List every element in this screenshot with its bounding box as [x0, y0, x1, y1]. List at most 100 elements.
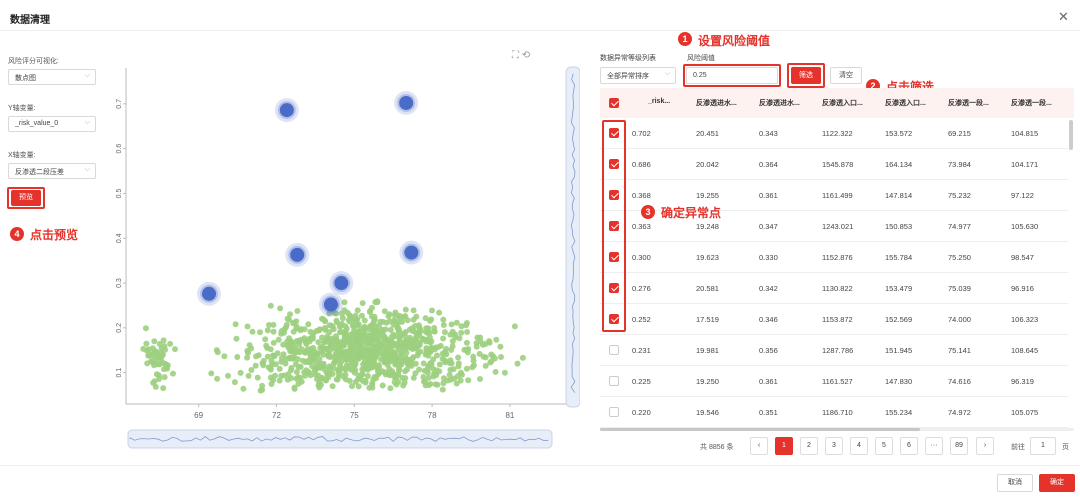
close-icon[interactable]: ✕ — [1058, 9, 1069, 25]
normal-point — [493, 336, 500, 343]
page-button[interactable]: 89 — [950, 437, 968, 455]
callout-box-filter — [787, 63, 825, 88]
header-col-3[interactable]: 反渗透进水... — [759, 98, 800, 108]
normal-point — [394, 342, 401, 349]
normal-point — [369, 304, 375, 311]
x-tick-label: 75 — [350, 411, 359, 420]
page-button[interactable]: 2 — [800, 437, 818, 455]
table-row[interactable]: 0.686 20.042 0.364 1545.878 164.134 73.984 104… — [600, 149, 1068, 180]
total-count: 共 8856 条 — [700, 444, 734, 451]
normal-point — [294, 308, 301, 314]
row-checkbox[interactable] — [609, 345, 619, 355]
normal-point — [366, 384, 373, 391]
normal-point — [294, 356, 301, 363]
row-checkbox[interactable] — [609, 407, 619, 417]
page-button[interactable]: 3 — [825, 437, 843, 455]
table-cell: 96.916 — [1011, 284, 1034, 293]
normal-point — [283, 321, 290, 328]
y-axis-value: _risk_value_0 — [15, 120, 59, 127]
table-cell: 0.231 — [632, 346, 651, 355]
header-col-4[interactable]: 反渗透入口... — [822, 98, 863, 108]
normal-point — [382, 326, 389, 333]
normal-point — [447, 357, 454, 364]
normal-point — [416, 328, 423, 335]
page-button[interactable]: 5 — [875, 437, 893, 455]
header-risk[interactable]: _risk... — [648, 98, 670, 105]
table-cell: 1122.322 — [822, 129, 853, 138]
normal-point — [417, 348, 424, 355]
normal-point — [156, 361, 163, 368]
normal-point — [259, 386, 266, 393]
normal-point — [375, 341, 382, 348]
normal-point — [474, 334, 481, 341]
x-tick-label: 81 — [505, 411, 514, 420]
y-axis-select[interactable]: _risk_value_0 ⌵ — [8, 116, 96, 132]
page-button[interactable]: 6 — [900, 437, 918, 455]
x-axis-select[interactable]: 反渗透二段压差 ⌵ — [8, 163, 96, 179]
normal-point — [440, 322, 447, 328]
normal-point — [254, 374, 261, 381]
header-col-6[interactable]: 反渗透一段... — [948, 98, 989, 108]
next-page-button[interactable]: › — [976, 437, 994, 455]
table-row[interactable]: 0.300 19.623 0.330 1152.876 155.784 75.250 98.… — [600, 242, 1068, 273]
horizontal-scrollbar[interactable] — [600, 428, 920, 431]
normal-point — [420, 360, 427, 367]
normal-point — [314, 376, 321, 383]
normal-point — [271, 353, 278, 360]
normal-point — [390, 321, 397, 328]
normal-point — [338, 320, 345, 327]
table-row[interactable]: 0.276 20.581 0.342 1130.822 153.479 75.039 96.… — [600, 273, 1068, 304]
table-row[interactable]: 0.702 20.451 0.343 1122.322 153.572 69.215 104… — [600, 118, 1068, 149]
page-button[interactable]: ··· — [925, 437, 943, 455]
normal-point — [352, 312, 359, 319]
header-col-5[interactable]: 反渗透入口... — [885, 98, 926, 108]
table-cell: 155.784 — [885, 253, 913, 262]
normal-point — [324, 352, 331, 359]
cancel-button[interactable]: 取消 — [997, 474, 1033, 492]
page-button[interactable]: 1 — [775, 437, 793, 455]
normal-point — [440, 335, 447, 342]
normal-point — [357, 374, 364, 381]
row-checkbox[interactable] — [609, 376, 619, 386]
table-row[interactable]: 0.225 19.250 0.361 1161.527 147.830 74.616 96.… — [600, 366, 1068, 397]
header-checkbox[interactable] — [609, 98, 619, 108]
normal-point — [377, 318, 384, 325]
page-button[interactable]: 4 — [850, 437, 868, 455]
normal-point — [402, 313, 409, 320]
normal-point — [469, 364, 476, 371]
table-row[interactable]: 0.231 19.981 0.356 1287.786 151.945 75.141 108… — [600, 335, 1068, 366]
normal-point — [361, 325, 368, 332]
normal-point — [412, 370, 419, 377]
normal-point — [329, 335, 336, 342]
normal-point — [310, 329, 317, 336]
goto-page-input[interactable]: 1 — [1030, 437, 1056, 455]
normal-point — [267, 302, 274, 309]
normal-point — [301, 335, 308, 342]
prev-page-button[interactable]: ‹ — [750, 437, 768, 455]
y-tick-label: 0.6 — [116, 144, 123, 154]
viz-select[interactable]: 散点图 ⌵ — [8, 69, 96, 85]
normal-point — [337, 361, 344, 367]
normal-point — [463, 322, 469, 329]
header-col-2[interactable]: 反渗透进水... — [696, 98, 737, 108]
normal-point — [234, 354, 241, 360]
normal-point — [422, 338, 429, 345]
normal-point — [267, 374, 274, 381]
header-col-7[interactable]: 反渗透一段... — [1011, 98, 1052, 108]
vertical-scrollbar[interactable] — [1069, 120, 1073, 150]
normal-point — [436, 309, 443, 316]
normal-point — [240, 385, 247, 392]
table-row[interactable]: 0.220 19.546 0.351 1186.710 155.234 74.972 105… — [600, 397, 1068, 428]
table-cell: 73.984 — [948, 160, 971, 169]
sort-select[interactable]: 全部异常排序 ⌵ — [600, 67, 676, 84]
sort-value: 全部异常排序 — [607, 73, 649, 80]
chevron-down-icon: ⌵ — [84, 72, 90, 79]
normal-point — [277, 305, 284, 312]
normal-point — [167, 340, 174, 347]
clear-button[interactable]: 清空 — [830, 67, 862, 84]
chevron-down-icon: ⌵ — [664, 70, 670, 77]
table-cell: 104.815 — [1011, 129, 1039, 138]
table-row[interactable]: 0.252 17.519 0.346 1153.872 152.569 74.000 106… — [600, 304, 1068, 335]
normal-point — [288, 354, 295, 361]
ok-button[interactable]: 确定 — [1039, 474, 1075, 492]
